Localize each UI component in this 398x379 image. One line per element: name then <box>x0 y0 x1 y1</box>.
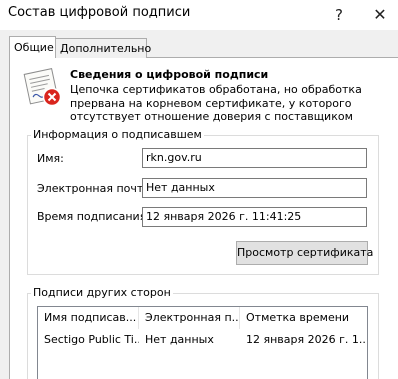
name-label: Имя: <box>37 152 64 165</box>
signature-info-heading: Сведения о цифровой подписи <box>70 68 269 81</box>
email-label: Электронная почта: <box>37 182 154 195</box>
tab-general[interactable]: Общие <box>9 36 56 58</box>
list-header: Имя подписав... Электронная п... Отметка… <box>38 307 367 329</box>
title-bar: Состав цифровой подписи ? ✕ <box>0 0 398 30</box>
email-field[interactable]: Нет данных <box>142 178 367 198</box>
cell-signer-name: Sectigo Public Ti... <box>44 333 139 346</box>
signer-info-group-label: Информация о подписавшем <box>31 128 204 141</box>
window-title: Состав цифровой подписи <box>8 5 191 20</box>
close-button[interactable]: ✕ <box>365 0 395 30</box>
signing-time-label: Время подписания: <box>37 210 151 223</box>
certificate-error-icon <box>23 68 62 107</box>
view-certificate-button[interactable]: Просмотр сертификата <box>236 241 373 265</box>
column-header-timestamp[interactable]: Отметка времени <box>240 307 367 329</box>
column-header-email[interactable]: Электронная п... <box>139 307 240 329</box>
countersignatures-list[interactable]: Имя подписав... Электронная п... Отметка… <box>37 306 368 379</box>
cell-email: Нет данных <box>145 333 214 346</box>
column-header-signer-name[interactable]: Имя подписав... <box>38 307 139 329</box>
list-item[interactable]: Sectigo Public Ti... Нет данных 12 январ… <box>38 329 367 351</box>
countersignatures-group-label: Подписи других сторон <box>31 286 173 299</box>
cell-timestamp: 12 января 2026 г. 1... <box>246 333 368 346</box>
tab-details[interactable]: Дополнительно <box>56 38 151 58</box>
name-field[interactable]: rkn.gov.ru <box>142 148 367 168</box>
help-button[interactable]: ? <box>324 0 354 30</box>
signing-time-field[interactable]: 12 января 2026 г. 11:41:25 <box>142 207 367 227</box>
